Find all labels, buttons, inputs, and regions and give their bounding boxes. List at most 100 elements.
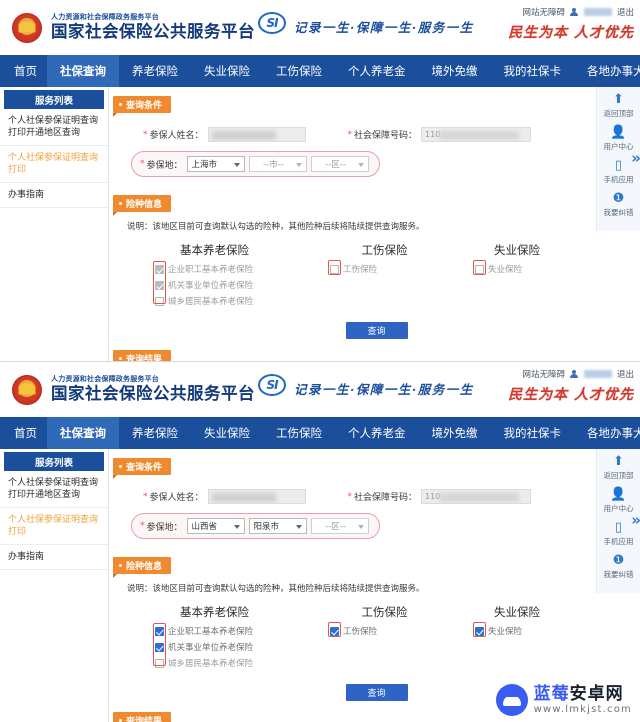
query-result-tab[interactable]: 查询结果 (113, 712, 172, 722)
nav-item-3[interactable]: 失业保险 (191, 417, 263, 449)
checkbox-row[interactable]: 城乡居民基本养老保险 (127, 295, 312, 307)
checkbox-icon[interactable] (155, 642, 164, 652)
insurance-info-tab[interactable]: 险种信息 (113, 195, 172, 216)
nav-item-0[interactable]: 首页 (0, 417, 47, 449)
nav-item-1[interactable]: 社保查询 (47, 55, 119, 87)
nav-item-3[interactable]: 失业保险 (191, 55, 263, 87)
checkbox-label: 机关事业单位养老保险 (168, 281, 254, 291)
checkbox-label: 城乡居民基本养老保险 (168, 297, 254, 307)
checkbox-icon[interactable] (155, 264, 164, 274)
checkbox-label: 机关事业单位养老保险 (168, 643, 254, 653)
district-select[interactable]: --区-- (310, 518, 369, 534)
required-mark: * (140, 159, 145, 169)
insurance-column-1: 工伤保险 工伤保险 (312, 604, 457, 673)
sidebar-item-2[interactable]: 办事指南 (0, 183, 108, 208)
checkbox-icon[interactable] (475, 264, 484, 274)
rail-collapse-icon[interactable]: » (631, 149, 640, 167)
nav-item-6[interactable]: 境外免缴 (419, 55, 491, 87)
user-icon (570, 369, 579, 379)
id-input[interactable]: 110 (421, 127, 532, 142)
nav-item-1[interactable]: 社保查询 (47, 417, 119, 449)
required-mark: * (347, 491, 353, 502)
brand-title: 国家社会保险公共服务平台 (51, 22, 255, 42)
query-button[interactable]: 查询 (345, 684, 408, 701)
nav-item-7[interactable]: 我的社保卡 (491, 417, 575, 449)
nav-item-7[interactable]: 我的社保卡 (491, 55, 575, 87)
insurance-info-tab[interactable]: 险种信息 (113, 557, 172, 578)
query-condition-tab[interactable]: 查询条件 (113, 458, 172, 479)
nav-item-0[interactable]: 首页 (0, 55, 47, 87)
rail-item-0[interactable]: ⬆ 返回顶部 (597, 93, 640, 119)
sidebar-item-2[interactable]: 办事指南 (0, 545, 108, 570)
query-button[interactable]: 查询 (345, 322, 408, 339)
nav-item-2[interactable]: 养老保险 (119, 55, 191, 87)
checkbox-icon[interactable] (155, 658, 164, 668)
checkbox-row[interactable]: 企业职工基本养老保险 (127, 263, 312, 275)
checkbox-row[interactable]: 失业保险 (457, 625, 577, 637)
required-mark: * (347, 129, 353, 140)
id-field-group: * 社会保障号码： 110 (348, 489, 532, 504)
sidebar-item-1[interactable]: 个人社保参保证明查询打印 (0, 146, 108, 183)
watermark-brand-blue: 蓝莓 (533, 684, 570, 704)
city-select[interactable]: 阳泉市 (248, 518, 307, 534)
name-input[interactable] (207, 127, 306, 142)
rail-collapse-icon[interactable]: » (631, 511, 640, 529)
nav-item-8[interactable]: 各地办事大厅 (574, 55, 640, 87)
query-condition-tab[interactable]: 查询条件 (113, 96, 172, 117)
checkbox-row[interactable]: 工伤保险 (312, 263, 457, 275)
checkbox-icon[interactable] (330, 626, 339, 636)
logout-link[interactable]: 退出 (617, 6, 634, 18)
province-select[interactable]: 山西省 (186, 518, 245, 534)
checkbox-row[interactable]: 城乡居民基本养老保险 (127, 657, 312, 669)
rail-item-3[interactable]: ❶ 我要纠错 (597, 554, 640, 580)
accessibility-link[interactable]: 网站无障碍 (522, 368, 565, 380)
district-select[interactable]: --区-- (310, 156, 369, 172)
checkbox-row[interactable]: 机关事业单位养老保险 (127, 641, 312, 653)
insurance-column-0: 基本养老保险 企业职工基本养老保险 机关事业单位养老保险 城乡居民基本养老保险 (127, 242, 312, 311)
header-right: 网站无障碍 退出 民生为本 人才优先 (508, 6, 634, 42)
checkbox-icon[interactable] (330, 264, 339, 274)
city-select[interactable]: --市-- (248, 156, 307, 172)
nav-item-4[interactable]: 工伤保险 (263, 55, 335, 87)
header-calligraphy: 民生为本 人才优先 (508, 387, 634, 403)
checkbox-row[interactable]: 机关事业单位养老保险 (127, 279, 312, 291)
checkbox-label: 企业职工基本养老保险 (168, 627, 254, 637)
brand-block: 人力资源和社会保障政务服务平台 国家社会保险公共服务平台 (51, 375, 255, 404)
checkbox-icon[interactable] (475, 626, 484, 636)
province-select[interactable]: 上海市 (186, 156, 245, 172)
nav-item-4[interactable]: 工伤保险 (263, 417, 335, 449)
query-result-tab[interactable]: 查询结果 (113, 350, 172, 361)
checkbox-icon[interactable] (155, 296, 164, 306)
name-input[interactable] (207, 489, 306, 504)
rail-label-2: 手机应用 (603, 537, 634, 546)
sidebar-item-0[interactable]: 个人社保参保证明查询打印开通地区查询 (0, 471, 108, 508)
checkbox-label: 城乡居民基本养老保险 (168, 659, 254, 669)
checkbox-row[interactable]: 失业保险 (457, 263, 577, 275)
id-input[interactable]: 110 (421, 489, 532, 504)
region-label: 参保地： (146, 522, 183, 533)
rail-item-3[interactable]: ❶ 我要纠错 (597, 192, 640, 218)
checkbox-row[interactable]: 企业职工基本养老保险 (127, 625, 312, 637)
main-nav: 首页社保查询养老保险失业保险工伤保险个人养老金境外免缴我的社保卡各地办事大厅 (0, 55, 640, 87)
nav-item-5[interactable]: 个人养老金 (335, 55, 419, 87)
nav-item-5[interactable]: 个人养老金 (335, 417, 419, 449)
nav-item-8[interactable]: 各地办事大厅 (574, 417, 640, 449)
header-slogan: 记录一生·保障一生·服务一生 (294, 382, 474, 397)
checkbox-icon[interactable] (155, 280, 164, 290)
checkbox-icon[interactable] (155, 626, 164, 636)
rail-item-0[interactable]: ⬆ 返回顶部 (597, 455, 640, 481)
page-content: 服务列表 个人社保参保证明查询打印开通地区查询 个人社保参保证明查询打印 办事指南 … (0, 449, 640, 722)
sidebar-item-0[interactable]: 个人社保参保证明查询打印开通地区查询 (0, 109, 108, 146)
insurance-columns: 基本养老保险 企业职工基本养老保险 机关事业单位养老保险 城乡居民基本养老保险 工伤保险… (113, 242, 640, 311)
accessibility-link[interactable]: 网站无障碍 (522, 6, 565, 18)
sidebar-item-1[interactable]: 个人社保参保证明查询打印 (0, 508, 108, 545)
form-row-identity: * 参保人姓名： * 社会保障号码： 110 (113, 489, 634, 504)
logout-link[interactable]: 退出 (617, 368, 634, 380)
id-field-group: * 社会保障号码： 110 (348, 127, 532, 142)
checkbox-row[interactable]: 工伤保险 (312, 625, 457, 637)
sidebar-list: 个人社保参保证明查询打印开通地区查询 个人社保参保证明查询打印 办事指南 (0, 471, 108, 570)
form-row-identity: * 参保人姓名： * 社会保障号码： 110 (113, 127, 634, 142)
nav-item-2[interactable]: 养老保险 (119, 417, 191, 449)
user-icon (570, 7, 579, 17)
nav-item-6[interactable]: 境外免缴 (419, 417, 491, 449)
